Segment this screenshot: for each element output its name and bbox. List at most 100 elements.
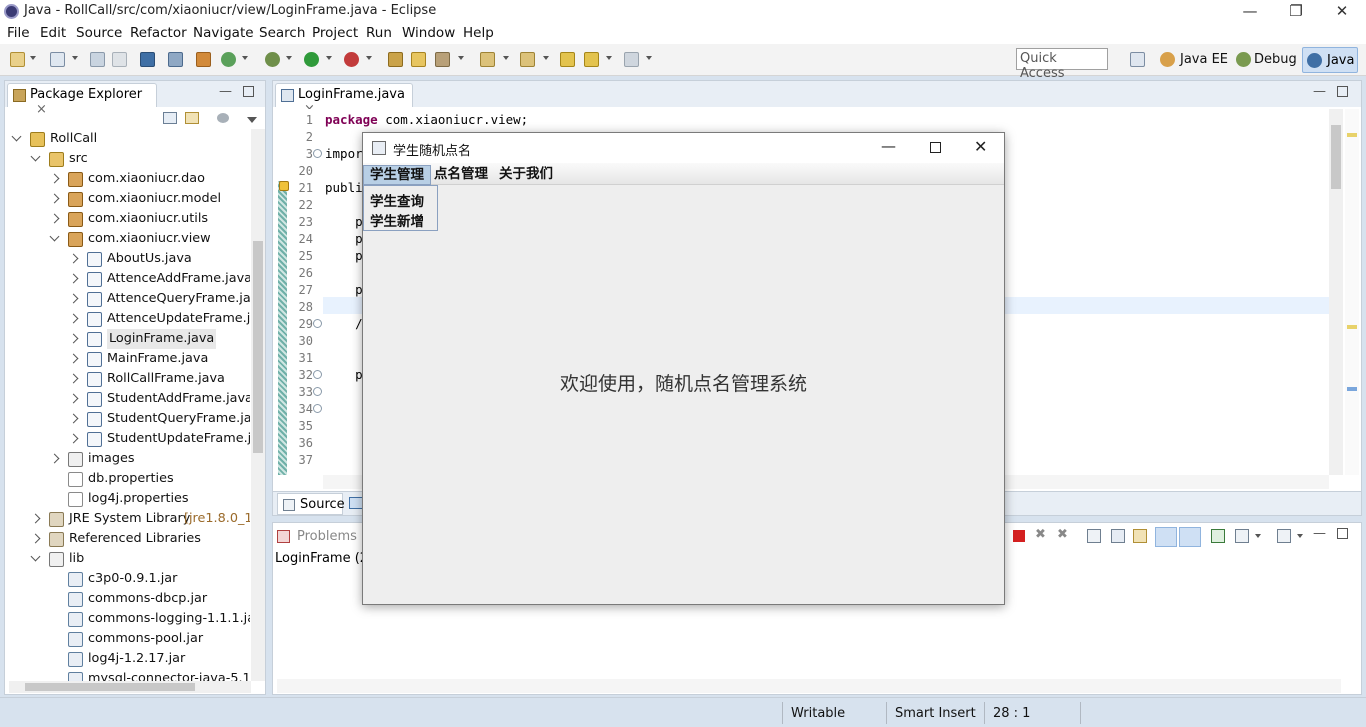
fold-marker-icon[interactable] xyxy=(313,387,322,396)
code-line[interactable]: p xyxy=(325,214,363,229)
menu-refactor[interactable]: Refactor xyxy=(130,25,187,41)
menu-item-student-query[interactable]: 学生查询 xyxy=(370,190,424,210)
maximize-view-icon[interactable] xyxy=(1337,528,1348,539)
menu-file[interactable]: File xyxy=(7,25,30,41)
debug-icon[interactable] xyxy=(265,52,280,67)
tree-item[interactable]: StudentAddFrame.java xyxy=(5,389,250,409)
tree-item[interactable]: LoginFrame.java xyxy=(5,329,250,349)
external-tools-icon[interactable] xyxy=(344,52,359,67)
tab-package-explorer[interactable]: Package Explorer × xyxy=(7,83,157,117)
chevron-right-icon[interactable] xyxy=(68,353,79,364)
code-line[interactable]: p xyxy=(325,282,363,297)
maximize-view-icon[interactable] xyxy=(1337,86,1348,97)
tree-item[interactable]: AttenceQueryFrame.java xyxy=(5,289,250,309)
chevron-right-icon[interactable] xyxy=(68,433,79,444)
perspective-java-ee[interactable]: Java EE xyxy=(1180,52,1228,67)
tree-item[interactable]: AttenceUpdateFrame.java xyxy=(5,309,250,329)
tree-item[interactable]: lib xyxy=(5,549,250,569)
scrollbar-thumb[interactable] xyxy=(253,241,263,453)
code-line[interactable]: p xyxy=(325,248,363,263)
new-java-icon[interactable] xyxy=(50,52,65,67)
menu-navigate[interactable]: Navigate xyxy=(193,25,254,41)
chevron-right-icon[interactable] xyxy=(30,513,41,524)
chevron-right-icon[interactable] xyxy=(49,173,60,184)
chevron-right-icon[interactable] xyxy=(49,193,60,204)
occurrence-marker[interactable] xyxy=(1347,387,1357,391)
next-annotation-icon[interactable] xyxy=(480,52,495,67)
chevron-down-icon[interactable] xyxy=(1297,534,1303,538)
chevron-down-icon[interactable] xyxy=(30,551,41,562)
remove-all-icon[interactable]: ✖ xyxy=(1057,527,1068,542)
save-all-icon[interactable] xyxy=(112,52,127,67)
scroll-lock-icon[interactable] xyxy=(1087,529,1101,543)
minimize-view-icon[interactable]: — xyxy=(1313,84,1326,99)
code-line[interactable]: package com.xiaoniucr.view; xyxy=(325,112,528,127)
warning-marker[interactable] xyxy=(1347,133,1357,137)
hscrollbar-thumb[interactable] xyxy=(25,683,195,691)
fold-marker-icon[interactable] xyxy=(313,404,322,413)
new-icon[interactable] xyxy=(10,52,25,67)
refresh-icon[interactable] xyxy=(221,52,236,67)
tree-item[interactable]: JRE System Library[jre1.8.0_191] xyxy=(5,509,250,529)
open-type-icon[interactable] xyxy=(388,52,403,67)
chevron-right-icon[interactable] xyxy=(68,373,79,384)
show-console-stdout-icon[interactable] xyxy=(1155,527,1177,547)
menu-rollcall-management[interactable]: 点名管理 xyxy=(428,165,494,185)
chevron-right-icon[interactable] xyxy=(68,413,79,424)
tree-item[interactable]: src xyxy=(5,149,250,169)
collapse-all-icon[interactable] xyxy=(163,112,177,124)
design-tab-icon[interactable] xyxy=(349,497,363,509)
tab-source[interactable]: Source xyxy=(277,493,345,515)
quick-access-input[interactable]: Quick Access xyxy=(1016,48,1108,81)
chevron-down-icon[interactable] xyxy=(49,231,60,242)
scrollbar-thumb[interactable] xyxy=(1331,125,1341,189)
chevron-right-icon[interactable] xyxy=(49,213,60,224)
tree-item[interactable]: com.xiaoniucr.dao xyxy=(5,169,250,189)
menu-student-management[interactable]: 学生管理 xyxy=(363,165,431,185)
show-console-stderr-icon[interactable] xyxy=(1179,527,1201,547)
tree-item[interactable]: RollCall xyxy=(5,129,250,149)
tree-item[interactable]: images xyxy=(5,449,250,469)
fold-marker-icon[interactable] xyxy=(313,319,322,328)
pin-console-icon[interactable] xyxy=(1133,529,1147,543)
last-edit-icon[interactable] xyxy=(560,52,575,67)
dialog-maximize-icon[interactable] xyxy=(930,142,941,153)
tree-item[interactable]: com.xiaoniucr.utils xyxy=(5,209,250,229)
minimize-icon[interactable]: — xyxy=(1227,0,1273,24)
editor-vscrollbar[interactable] xyxy=(1329,109,1343,475)
explorer-vscrollbar[interactable] xyxy=(251,129,265,681)
tab-problems[interactable]: Problems xyxy=(297,529,357,544)
chevron-down-icon[interactable] xyxy=(458,56,464,60)
chevron-down-icon[interactable] xyxy=(326,56,332,60)
chevron-right-icon[interactable] xyxy=(68,253,79,264)
chevron-down-icon[interactable] xyxy=(646,56,652,60)
open-console-icon[interactable] xyxy=(1211,529,1225,543)
minimize-view-icon[interactable]: — xyxy=(1313,526,1326,541)
back-icon[interactable] xyxy=(584,52,599,67)
tree-item[interactable]: StudentUpdateFrame.java xyxy=(5,429,250,449)
terminate-icon[interactable] xyxy=(1013,530,1025,542)
chevron-right-icon[interactable] xyxy=(68,393,79,404)
pen-icon[interactable] xyxy=(435,52,450,67)
chevron-right-icon[interactable] xyxy=(68,313,79,324)
chevron-right-icon[interactable] xyxy=(68,273,79,284)
code-line[interactable]: p xyxy=(325,231,363,246)
tree-item[interactable]: log4j-1.2.17.jar xyxy=(5,649,250,669)
code-line[interactable]: / xyxy=(325,316,363,331)
maximize-view-icon[interactable] xyxy=(243,86,254,97)
code-line[interactable]: publi xyxy=(325,180,363,195)
warning-marker[interactable] xyxy=(1347,325,1357,329)
code-line[interactable]: p xyxy=(325,367,363,382)
focus-icon[interactable] xyxy=(217,113,229,123)
tree-item[interactable]: MainFrame.java xyxy=(5,349,250,369)
tree-item[interactable]: commons-logging-1.1.1.jar xyxy=(5,609,250,629)
perspective-java-active[interactable]: Java xyxy=(1302,47,1358,73)
chevron-down-icon[interactable] xyxy=(543,56,549,60)
display-console-icon[interactable] xyxy=(1235,529,1249,543)
close-icon[interactable]: ✕ xyxy=(1319,0,1365,24)
word-wrap-icon[interactable] xyxy=(1111,529,1125,543)
menu-search[interactable]: Search xyxy=(259,25,305,41)
chevron-down-icon[interactable] xyxy=(503,56,509,60)
skip-breakpoints-icon[interactable] xyxy=(168,52,183,67)
run-icon[interactable] xyxy=(304,52,319,67)
